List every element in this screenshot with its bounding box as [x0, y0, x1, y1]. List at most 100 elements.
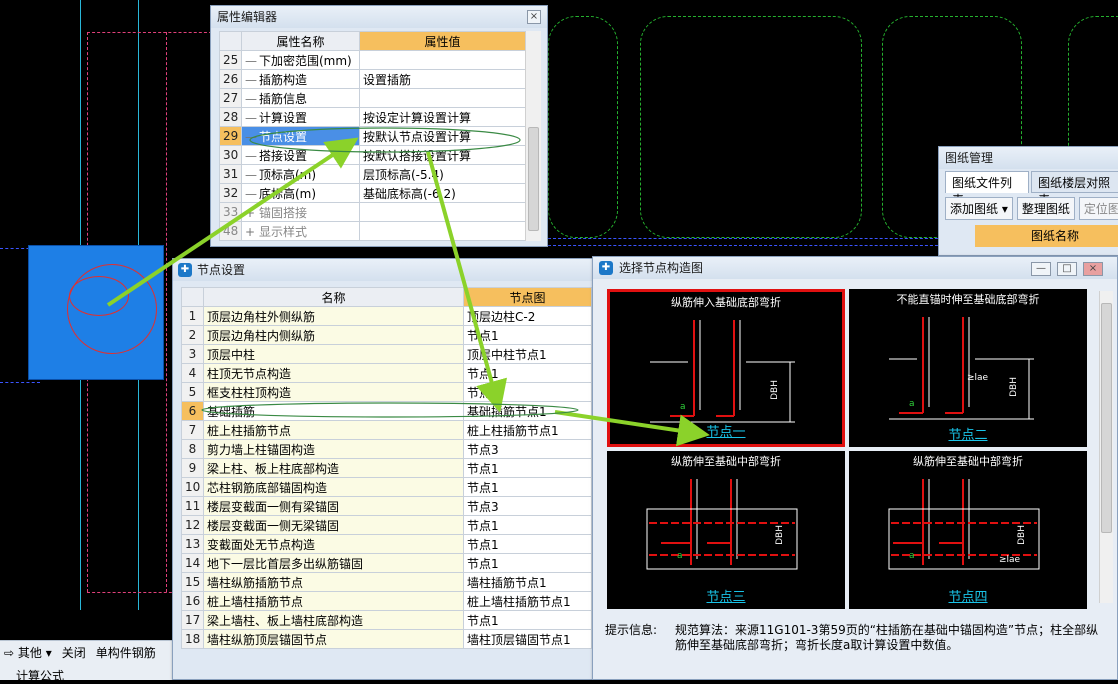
row-value[interactable]: 设置插筋: [359, 69, 526, 89]
expand-icon[interactable]: +: [245, 225, 259, 239]
close-button[interactable]: 关闭: [62, 644, 86, 661]
row-name[interactable]: — 顶标高(m): [241, 164, 360, 184]
row-name[interactable]: 地下一层比首层多出纵筋锚固: [203, 553, 464, 573]
row-node[interactable]: 节点3: [463, 439, 592, 459]
row-name[interactable]: — 节点设置: [241, 126, 360, 146]
tab-file-list[interactable]: 图纸文件列表: [945, 171, 1030, 207]
row-value[interactable]: 基础底标高(-6.2): [359, 183, 526, 203]
row-name[interactable]: 芯柱钢筋底部锚固构造: [203, 477, 464, 497]
row-name[interactable]: 顶层边角柱内侧纵筋: [203, 325, 464, 345]
drawing-manager-window[interactable]: 图纸管理 图纸文件列表 图纸楼层对照表 添加图纸 ▾ 整理图纸 定位图 图纸名称: [938, 146, 1118, 256]
row-name[interactable]: 基础插筋: [203, 401, 464, 421]
row-node[interactable]: 墙柱顶层锚固节点1: [463, 629, 592, 649]
row-name[interactable]: 剪力墙上柱锚固构造: [203, 439, 464, 459]
node-row[interactable]: 13 变截面处无节点构造 节点1: [181, 534, 592, 554]
row-name[interactable]: 顶层边角柱外侧纵筋: [203, 306, 464, 326]
node-row[interactable]: 6 基础插筋 基础插筋节点1: [181, 401, 592, 421]
row-name[interactable]: — 计算设置: [241, 107, 360, 127]
property-row[interactable]: 29— 节点设置 按默认节点设置计算: [219, 126, 526, 146]
node-row[interactable]: 10 芯柱钢筋底部锚固构造 节点1: [181, 477, 592, 497]
row-value[interactable]: 层顶标高(-5.4): [359, 164, 526, 184]
row-name[interactable]: 梁上墙柱、板上墙柱底部构造: [203, 610, 464, 630]
row-node[interactable]: 顶层边柱C-2: [463, 306, 592, 326]
header-name[interactable]: 属性名称: [241, 31, 360, 51]
scrollbar-thumb[interactable]: [528, 127, 539, 231]
property-row[interactable]: 25— 下加密范围(mm): [219, 50, 526, 70]
row-value[interactable]: 按设定计算设置计算: [359, 107, 526, 127]
row-value[interactable]: [359, 221, 526, 241]
row-node[interactable]: 节点1: [463, 325, 592, 345]
row-name[interactable]: 桩上柱插筋节点: [203, 420, 464, 440]
maximize-icon[interactable]: □: [1057, 262, 1077, 276]
node-settings-window[interactable]: 节点设置 ✚ 名称 节点图 1 顶层边角柱外侧纵筋 顶层边柱C-2 2 顶层边角柱内侧纵…: [172, 258, 594, 680]
single-rebar-button[interactable]: 单构件钢筋: [96, 644, 156, 661]
row-node[interactable]: 节点1: [463, 610, 592, 630]
node-option-1[interactable]: 纵筋伸入基础底部弯折 DBH a 节点一: [607, 289, 845, 447]
row-name[interactable]: 柱顶无节点构造: [203, 363, 464, 383]
row-name[interactable]: + 锚固搭接: [241, 202, 360, 222]
node-option-3[interactable]: 纵筋伸至基础中部弯折 DBH a 节点三: [607, 451, 845, 609]
property-row[interactable]: 30— 搭接设置 按默认搭接设置计算: [219, 145, 526, 165]
row-name[interactable]: 变截面处无节点构造: [203, 534, 464, 554]
node-row[interactable]: 9 梁上柱、板上柱底部构造 节点1: [181, 458, 592, 478]
property-row[interactable]: 28— 计算设置 按设定计算设置计算: [219, 107, 526, 127]
row-node[interactable]: 顶层中柱节点1: [463, 344, 592, 364]
node-row[interactable]: 2 顶层边角柱内侧纵筋 节点1: [181, 325, 592, 345]
locate-drawing-button[interactable]: 定位图: [1078, 197, 1118, 220]
scrollbar[interactable]: [1099, 291, 1113, 603]
row-node[interactable]: 节点3: [463, 496, 592, 516]
select-node-window[interactable]: 选择节点构造图 ✚ — □ × 纵筋伸入基础底部弯折 DBH a 节点一 不能直锚时伸至…: [592, 256, 1118, 680]
node-row[interactable]: 8 剪力墙上柱锚固构造 节点3: [181, 439, 592, 459]
row-node[interactable]: 墙柱插筋节点1: [463, 572, 592, 592]
column-header-name[interactable]: 图纸名称: [975, 225, 1118, 247]
node-row[interactable]: 11 楼层变截面一侧有梁锚固 节点3: [181, 496, 592, 516]
property-row[interactable]: 32— 底标高(m) 基础底标高(-6.2): [219, 183, 526, 203]
row-node[interactable]: 基础插筋节点1: [463, 401, 592, 421]
formula-tab[interactable]: 计算公式: [16, 667, 64, 684]
row-value[interactable]: 按默认搭接设置计算: [359, 145, 526, 165]
node-option-2[interactable]: 不能直锚时伸至基础底部弯折 DBH a ≥lae 节点二: [849, 289, 1087, 447]
property-row[interactable]: 31— 顶标高(m) 层顶标高(-5.4): [219, 164, 526, 184]
row-node[interactable]: 节点1: [463, 458, 592, 478]
row-name[interactable]: 梁上柱、板上柱底部构造: [203, 458, 464, 478]
add-drawing-button[interactable]: 添加图纸 ▾: [945, 197, 1013, 220]
row-value[interactable]: [359, 50, 526, 70]
row-name[interactable]: 墙柱纵筋插筋节点: [203, 572, 464, 592]
node-row[interactable]: 4 柱顶无节点构造 节点1: [181, 363, 592, 383]
property-row[interactable]: 27— 插筋信息: [219, 88, 526, 108]
node-row[interactable]: 18 墙柱纵筋顶层锚固节点 墙柱顶层锚固节点1: [181, 629, 592, 649]
scrollbar[interactable]: [525, 31, 541, 241]
tab-floor-map[interactable]: 图纸楼层对照表: [1031, 171, 1118, 207]
node-option-4[interactable]: 纵筋伸至基础中部弯折 DBH a ≥lae 节点四: [849, 451, 1087, 609]
property-row[interactable]: 33 + 锚固搭接: [219, 202, 526, 222]
node-row[interactable]: 1 顶层边角柱外侧纵筋 顶层边柱C-2: [181, 306, 592, 326]
node-row[interactable]: 3 顶层中柱 顶层中柱节点1: [181, 344, 592, 364]
row-node[interactable]: 桩上柱插筋节点1: [463, 420, 592, 440]
row-name[interactable]: — 插筋构造: [241, 69, 360, 89]
row-value[interactable]: [359, 202, 526, 222]
node-row[interactable]: 7 桩上柱插筋节点 桩上柱插筋节点1: [181, 420, 592, 440]
node-row[interactable]: 17 梁上墙柱、板上墙柱底部构造 节点1: [181, 610, 592, 630]
row-name[interactable]: 楼层变截面一侧无梁锚固: [203, 515, 464, 535]
header-node[interactable]: 节点图: [463, 287, 592, 307]
row-node[interactable]: 节点1: [463, 363, 592, 383]
row-name[interactable]: — 插筋信息: [241, 88, 360, 108]
row-name[interactable]: 框支柱柱顶构造: [203, 382, 464, 402]
row-name[interactable]: — 底标高(m): [241, 183, 360, 203]
node-row[interactable]: 12 楼层变截面一侧无梁锚固 节点1: [181, 515, 592, 535]
node-row[interactable]: 15 墙柱纵筋插筋节点 墙柱插筋节点1: [181, 572, 592, 592]
row-value[interactable]: 按默认节点设置计算: [359, 126, 526, 146]
minimize-icon[interactable]: —: [1031, 262, 1051, 276]
row-node[interactable]: 节点1: [463, 553, 592, 573]
property-row[interactable]: 48 + 显示样式: [219, 221, 526, 241]
row-node[interactable]: 节点1: [463, 477, 592, 497]
row-node[interactable]: 节点1: [463, 515, 592, 535]
row-node[interactable]: 桩上墙柱插筋节点1: [463, 591, 592, 611]
row-name[interactable]: — 搭接设置: [241, 145, 360, 165]
property-row[interactable]: 26— 插筋构造 设置插筋: [219, 69, 526, 89]
close-icon[interactable]: ×: [527, 10, 541, 24]
scrollbar-thumb[interactable]: [1101, 303, 1112, 533]
close-icon[interactable]: ×: [1083, 262, 1103, 276]
other-menu[interactable]: ⇨ 其他 ▾: [4, 644, 52, 661]
row-name[interactable]: — 下加密范围(mm): [241, 50, 360, 70]
